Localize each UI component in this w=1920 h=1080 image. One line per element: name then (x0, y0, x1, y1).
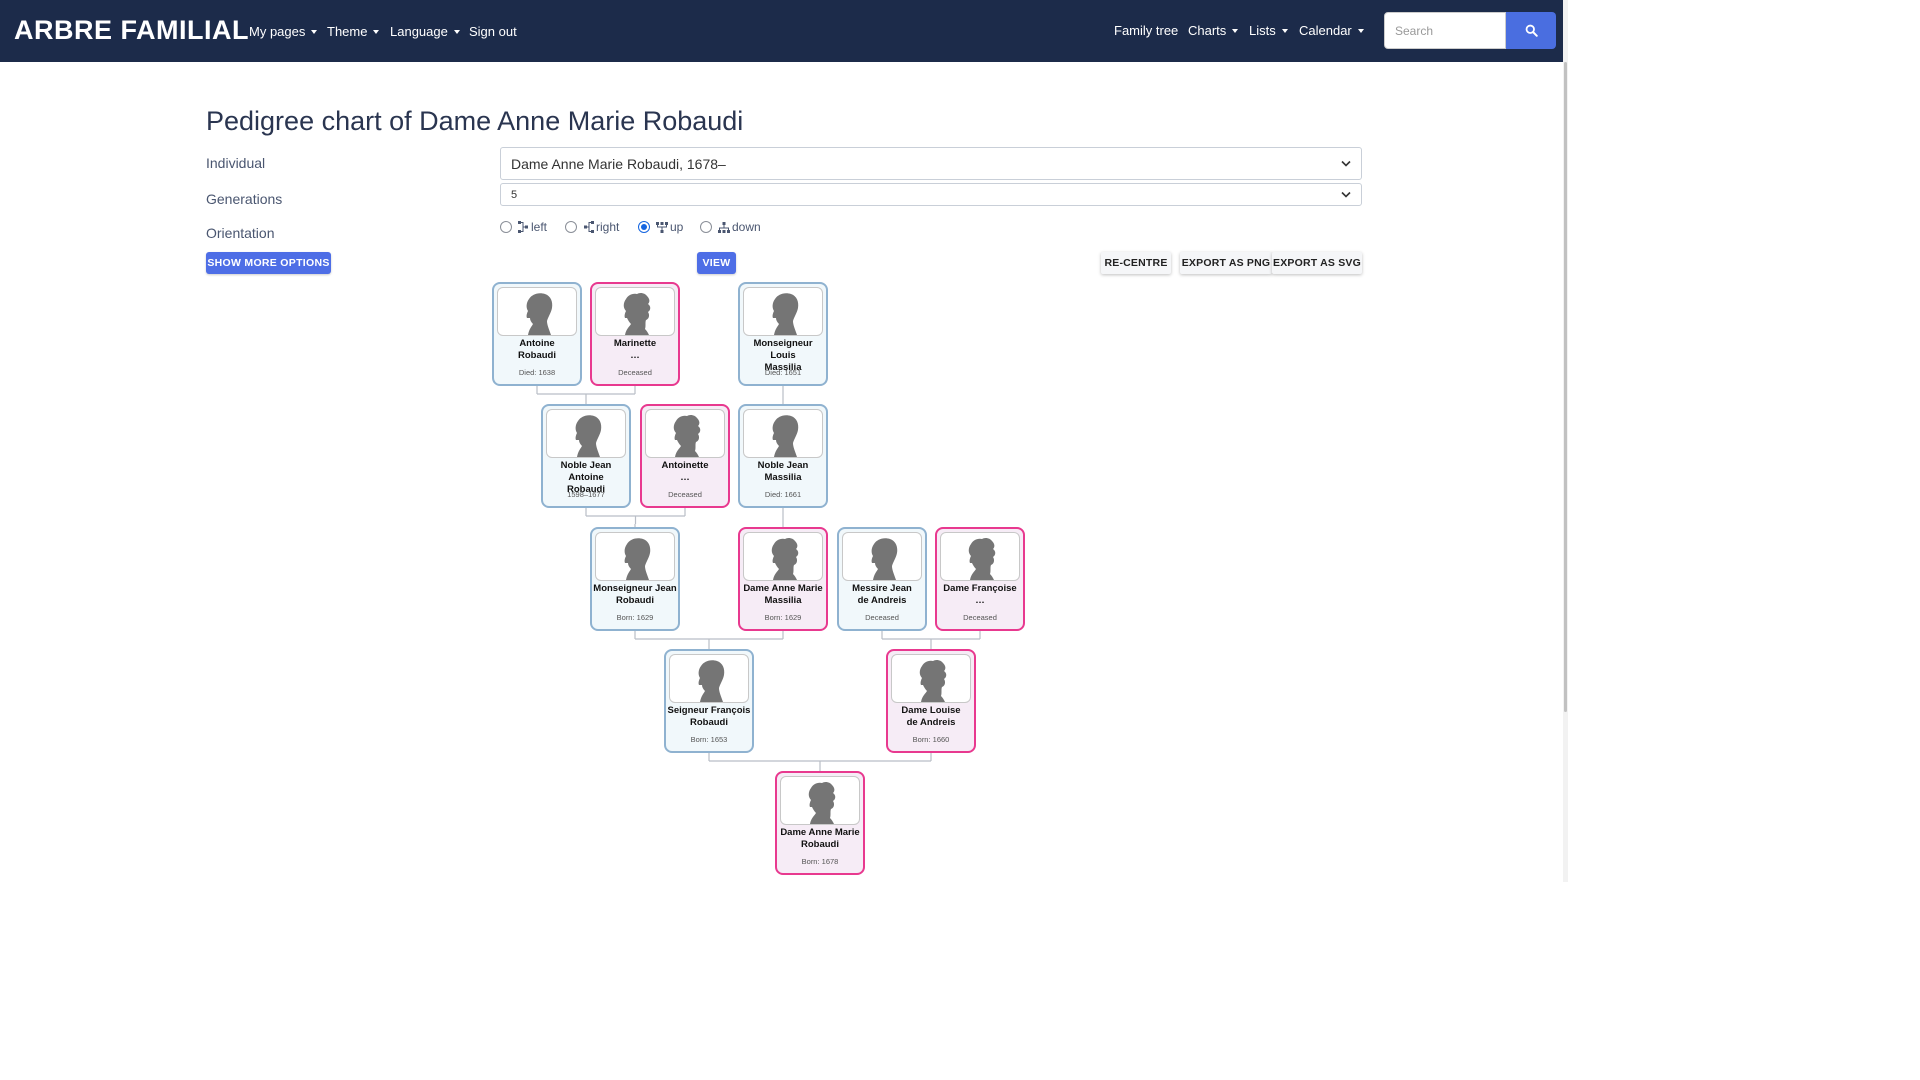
person-name: Monseigneur Jean Robaudi (592, 583, 678, 607)
person-photo (669, 654, 749, 703)
person-dates: Born: 1660 (912, 735, 950, 744)
person-card-jean-massilia[interactable]: Noble Jean Massilia Died: 1661 (738, 404, 828, 508)
person-name-line: Massilia (764, 595, 802, 606)
person-dates: Died: 1651 (764, 368, 802, 377)
person-name-line: Seigneur François (667, 705, 751, 716)
person-name-line: Monseigneur Louis (753, 338, 813, 361)
person-name-line: Robaudi (801, 839, 839, 850)
person-name: Dame Anne Marie Robaudi (777, 827, 863, 851)
person-name-line: Antoinette (661, 460, 709, 471)
person-name: Seigneur François Robaudi (666, 705, 752, 729)
person-dates: Deceased (668, 490, 702, 499)
person-photo (743, 409, 823, 458)
person-name-line: … (680, 472, 690, 483)
person-photo (743, 287, 823, 336)
female-silhouette-icon (771, 537, 799, 580)
person-card-antoine[interactable]: Antoine Robaudi Died: 1638 (492, 282, 582, 386)
person-dates: 1598–1677 (567, 490, 605, 499)
person-name-line: Massilia (764, 472, 802, 483)
person-name-line: Noble Jean Antoine (560, 460, 612, 483)
person-name-line: Robaudi (690, 717, 728, 728)
female-silhouette-icon (808, 781, 836, 824)
person-card-jean-andreis[interactable]: Messire Jean de Andreis Deceased (837, 527, 927, 631)
person-photo (780, 776, 860, 825)
person-name-line: Dame Anne Marie (780, 827, 860, 838)
person-card-louis[interactable]: Monseigneur Louis Massilia Died: 1651 (738, 282, 828, 386)
person-card-anne-robaudi[interactable]: Dame Anne Marie Robaudi Born: 1678 (775, 771, 865, 875)
person-name-line: Marinette (613, 338, 657, 349)
person-photo (743, 532, 823, 581)
male-silhouette-icon (772, 293, 799, 335)
male-silhouette-icon (772, 415, 799, 457)
person-name-line: … (630, 350, 640, 361)
person-name-line: Robaudi (518, 350, 556, 361)
person-name-line: Robaudi (616, 595, 654, 606)
person-dates: Died: 1638 (518, 368, 556, 377)
person-name-line: Dame Louise (901, 705, 961, 716)
person-card-francois[interactable]: Seigneur François Robaudi Born: 1653 (664, 649, 754, 753)
male-silhouette-icon (575, 415, 602, 457)
male-silhouette-icon (526, 293, 553, 335)
person-name: Dame Françoise… (937, 583, 1023, 607)
person-name-line: de Andreis (857, 595, 907, 606)
person-name-line: Dame Anne Marie (743, 583, 823, 594)
person-name: Messire Jean de Andreis (839, 583, 925, 607)
person-photo (891, 654, 971, 703)
person-card-jean-antoine[interactable]: Noble Jean Antoine Robaudi 1598–1677 (541, 404, 631, 508)
person-name-line: Messire Jean (852, 583, 912, 594)
person-name-line: Monseigneur Jean (593, 583, 677, 594)
person-photo (595, 532, 675, 581)
person-name-line: Noble Jean (757, 460, 809, 471)
person-name: Noble Jean Massilia (740, 460, 826, 484)
person-dates: Deceased (865, 613, 899, 622)
person-dates: Born: 1678 (801, 857, 839, 866)
person-photo (595, 287, 675, 336)
person-dates: Born: 1629 (764, 613, 802, 622)
female-silhouette-icon (623, 292, 651, 335)
person-photo (497, 287, 577, 336)
person-card-louise[interactable]: Dame Louise de Andreis Born: 1660 (886, 649, 976, 753)
person-name: Marinette… (592, 338, 678, 362)
male-silhouette-icon (698, 660, 725, 702)
person-name: Antoinette… (642, 460, 728, 484)
person-name-line: … (975, 595, 985, 606)
person-dates: Born: 1653 (690, 735, 728, 744)
male-silhouette-icon (624, 538, 651, 580)
person-name-line: Antoine (519, 338, 555, 349)
male-silhouette-icon (871, 538, 898, 580)
person-name: Antoine Robaudi (494, 338, 580, 362)
person-dates: Died: 1661 (764, 490, 802, 499)
person-photo (842, 532, 922, 581)
person-photo (546, 409, 626, 458)
person-name-line: de Andreis (906, 717, 956, 728)
person-name-line: Dame Françoise (943, 583, 1017, 594)
person-card-antoinette[interactable]: Antoinette… Deceased (640, 404, 730, 508)
person-card-francoise[interactable]: Dame Françoise… Deceased (935, 527, 1025, 631)
person-dates: Deceased (963, 613, 997, 622)
person-card-marinette[interactable]: Marinette… Deceased (590, 282, 680, 386)
person-name: Dame Anne Marie Massilia (740, 583, 826, 607)
female-silhouette-icon (919, 659, 947, 702)
female-silhouette-icon (968, 537, 996, 580)
person-card-jean-robaudi[interactable]: Monseigneur Jean Robaudi Born: 1629 (590, 527, 680, 631)
person-name: Dame Louise de Andreis (888, 705, 974, 729)
person-card-anne-massilia[interactable]: Dame Anne Marie Massilia Born: 1629 (738, 527, 828, 631)
person-photo (645, 409, 725, 458)
person-photo (940, 532, 1020, 581)
person-dates: Deceased (618, 368, 652, 377)
person-dates: Born: 1629 (616, 613, 654, 622)
female-silhouette-icon (673, 414, 701, 457)
